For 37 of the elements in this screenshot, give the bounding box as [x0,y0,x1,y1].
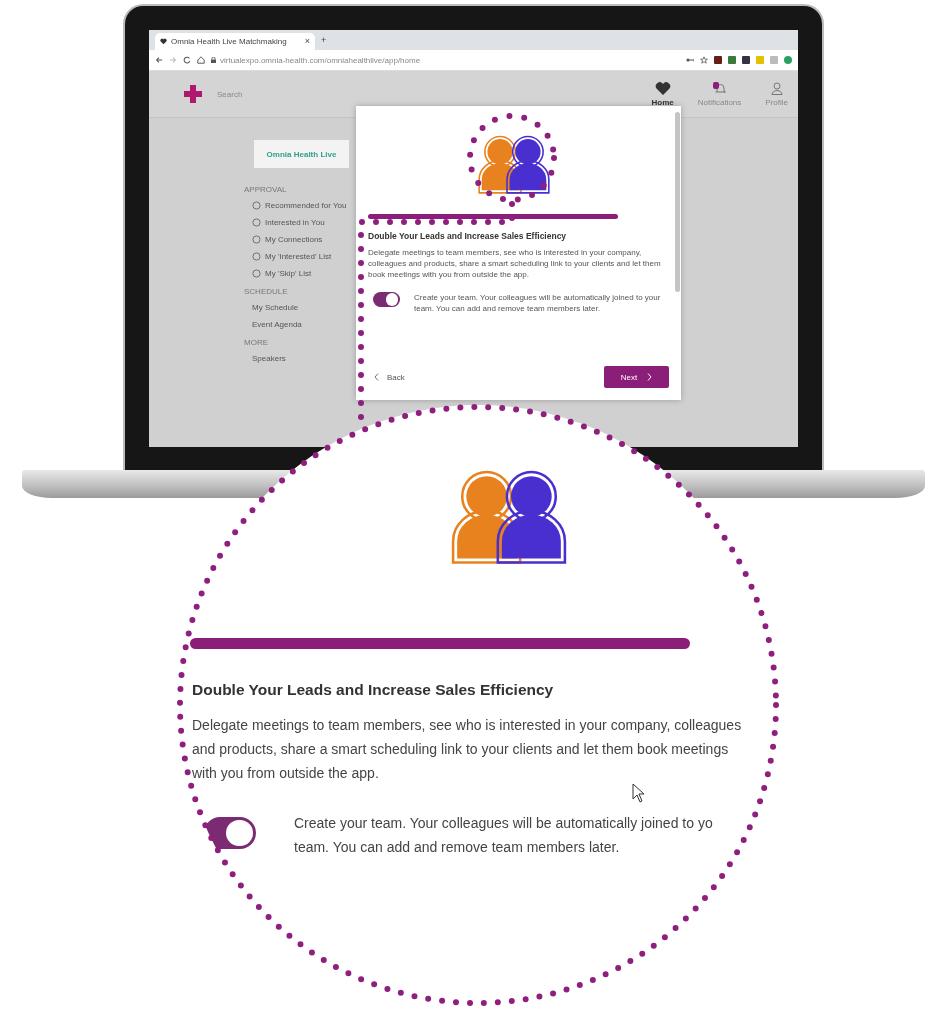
team-people-icon [475,133,552,195]
nav-item[interactable]: Home [651,81,674,107]
lock-icon [211,57,216,63]
section-heading: MORE [244,338,269,347]
cursor-icon [632,783,646,803]
person-icon [768,81,785,95]
key-icon[interactable] [686,57,694,63]
back-button[interactable]: Back [368,371,411,383]
section-heading: APPROVAL [244,185,288,194]
event-logo-card: Omnia Health Live [254,140,349,168]
cross-logo-icon[interactable] [184,85,202,103]
browser-tab[interactable]: Omnia Health Live Matchmaking × [155,33,315,50]
home-icon[interactable] [197,56,205,64]
sidebar-item[interactable]: Interested in You [244,214,364,231]
section-heading: SCHEDULE [244,287,289,296]
back-icon[interactable] [155,56,163,64]
toggle-switch[interactable] [204,817,256,849]
chevron-left-icon [374,373,379,381]
next-button[interactable]: Next [604,366,669,388]
sidebar-item[interactable]: My 'Interested' List [244,248,364,265]
toggle-label: Create your team. Your colleagues will be automatically joined to yo team. You can add and remove team members later. [294,814,713,857]
dialog-text: Delegate meetings to team members, see who is interested in your company, colleagues and products, share a smart scheduling link to your clients and let them book meetings with you from outside the app. [368,247,662,280]
toggle-switch[interactable] [373,292,400,307]
sidebar-item[interactable]: My Connections [244,231,364,248]
bell-icon [711,81,728,95]
dialog-text: Delegate meetings to team members, see who is interested in your company, colleagues and products, share a smart scheduling link to your clients and let them book meetings with you from outside the app. [192,716,743,783]
dialog-title: Double Your Leads and Increase Sales Efficiency [192,681,555,699]
new-tab-button[interactable]: + [321,35,327,45]
toggle-label: Create your team. Your colleagues will be automatically joined to your team. You can add and remove team members later. [414,292,662,314]
dialog-title: Double Your Leads and Increase Sales Efficiency [368,231,568,241]
reload-icon[interactable] [183,56,191,64]
chevron-right-icon [647,373,653,381]
sidebar-item[interactable]: My 'Skip' List [244,265,364,282]
tab-title: Omnia Health Live Matchmaking [171,37,288,46]
scrollbar[interactable] [675,112,680,292]
sidebar-item[interactable]: Recommended for You [244,197,364,214]
close-tab-button[interactable]: × [304,37,310,46]
